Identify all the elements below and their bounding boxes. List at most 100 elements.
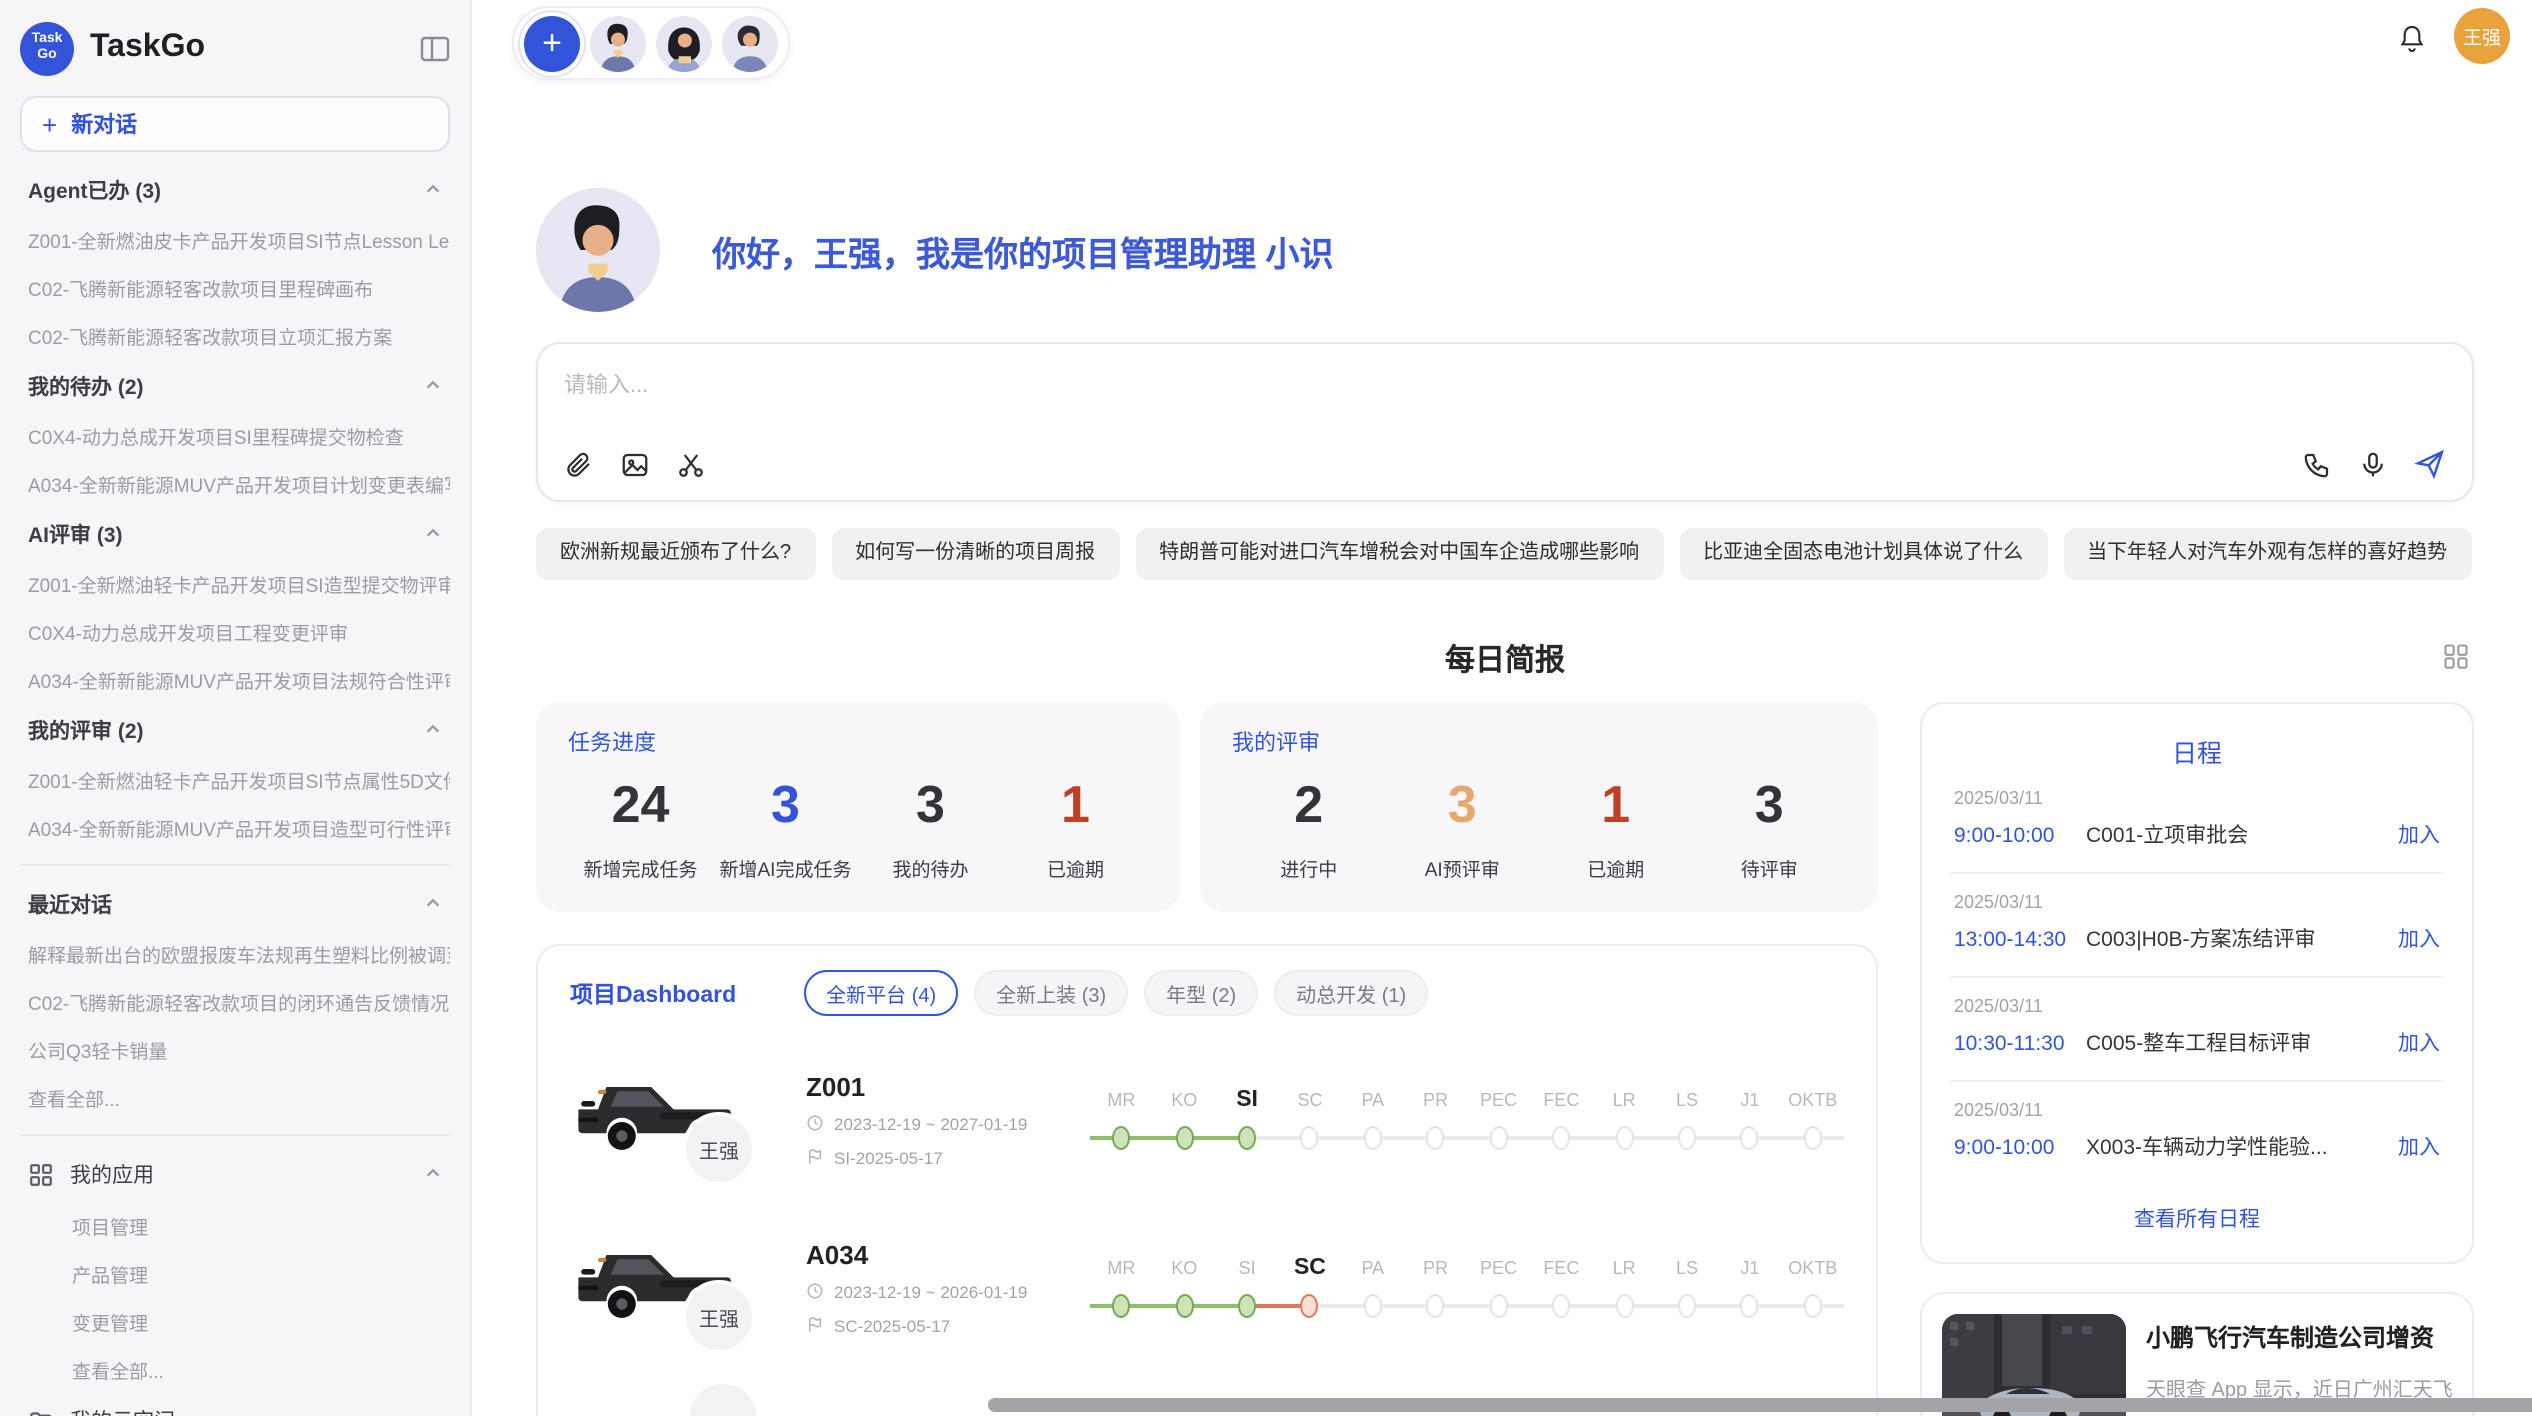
new-chat-button[interactable]: + 新对话 [20, 96, 450, 152]
join-link[interactable]: 加入 [2398, 1028, 2440, 1058]
section-header[interactable]: 我的待办 (2) [20, 360, 450, 412]
milestone-dot[interactable] [1804, 1293, 1822, 1317]
suggestion-chip[interactable]: 如何写一份清晰的项目周报 [831, 528, 1119, 580]
attachment-icon[interactable] [564, 450, 594, 480]
send-icon[interactable] [2414, 448, 2446, 480]
section-header[interactable]: AI评审 (3) [20, 508, 450, 560]
view-all-apps-link[interactable]: 查看全部... [20, 1346, 450, 1394]
app-window: Task Go TaskGo + 新对话 Agent已办 (3)Z001-全新燃… [0, 0, 2532, 1416]
milestone-dot[interactable] [1489, 1293, 1507, 1317]
chat-input-card[interactable]: 请输入... [536, 342, 2474, 502]
milestone-dot[interactable] [1678, 1125, 1696, 1149]
microphone-icon[interactable] [2358, 449, 2388, 479]
app-sub-item[interactable]: 项目管理 [20, 1202, 450, 1250]
milestone-dot[interactable] [1678, 1293, 1696, 1317]
dashboard-tab[interactable]: 年型 (2) [1144, 970, 1258, 1016]
milestone-dot[interactable] [1552, 1293, 1570, 1317]
milestone-dot-zone [1781, 1287, 1844, 1323]
stat-label: 进行中 [1232, 854, 1386, 882]
milestone-dot[interactable] [1489, 1125, 1507, 1149]
app-sub-item[interactable]: 产品管理 [20, 1250, 450, 1298]
milestone-dot[interactable] [1175, 1293, 1193, 1317]
milestone-dot[interactable] [1427, 1293, 1445, 1317]
milestone-dot[interactable] [1301, 1293, 1319, 1317]
sidebar-task-item[interactable]: C02-飞腾新能源轻客改款项目里程碑画布 [20, 264, 450, 312]
milestone-dot[interactable] [1175, 1125, 1193, 1149]
stat-label: 已逾期 [1003, 854, 1148, 882]
sidebar-task-item[interactable]: A034-全新新能源MUV产品开发项目法规符合性评审 [20, 656, 450, 704]
phone-icon[interactable] [2302, 449, 2332, 479]
sidebar-task-item[interactable]: A034-全新新能源MUV产品开发项目造型可行性评审 [20, 804, 450, 852]
milestone-dot[interactable] [1552, 1125, 1570, 1149]
scissors-icon[interactable] [676, 450, 706, 480]
milestone-dot[interactable] [1364, 1125, 1382, 1149]
milestone-dot[interactable] [1741, 1125, 1759, 1149]
section-title: Agent已办 (3) [28, 176, 161, 206]
project-dates: 2023-12-19 ~ 2027-01-19 [806, 1113, 1086, 1135]
recent-chats-header[interactable]: 最近对话 [20, 878, 450, 930]
dashboard-tab[interactable]: 动总开发 (1) [1274, 970, 1428, 1016]
sidebar-task-item[interactable]: C02-飞腾新能源轻客改款项目立项汇报方案 [20, 312, 450, 360]
sidebar-task-item[interactable]: C0X4-动力总成开发项目SI里程碑提交物检查 [20, 412, 450, 460]
add-agent-button[interactable]: + [524, 15, 580, 71]
chevron-up-icon[interactable] [424, 523, 442, 547]
dashboard-tab[interactable]: 全新上装 (3) [974, 970, 1128, 1016]
app-sub-item[interactable]: 变更管理 [20, 1298, 450, 1346]
milestone-dot[interactable] [1238, 1125, 1256, 1149]
sidebar-apps: 我的应用项目管理产品管理变更管理查看全部...我的云空间我的收藏 [20, 1148, 450, 1416]
sidebar-task-item[interactable]: A034-全新新能源MUV产品开发项目计划变更表编写 [20, 460, 450, 508]
section-header[interactable]: Agent已办 (3) [20, 164, 450, 216]
milestone-dot[interactable] [1112, 1293, 1130, 1317]
view-all-schedule-link[interactable]: 查看所有日程 [1950, 1184, 2444, 1238]
milestone-pr: PR [1404, 1085, 1467, 1155]
milestone-dot[interactable] [1112, 1125, 1130, 1149]
suggestion-chip[interactable]: 比亚迪全固态电池计划具体说了什么 [1679, 528, 2047, 580]
dashboard-tab[interactable]: 全新平台 (4) [804, 970, 958, 1016]
schedule-time: 13:00-14:30 [1954, 927, 2086, 951]
join-link[interactable]: 加入 [2398, 820, 2440, 850]
stat-value: 3 [1386, 774, 1540, 836]
stat-item: 24新增完成任务 [568, 774, 713, 882]
milestone-dot[interactable] [1804, 1125, 1822, 1149]
join-link[interactable]: 加入 [2398, 1132, 2440, 1162]
join-link[interactable]: 加入 [2398, 924, 2440, 954]
suggestion-chip[interactable]: 当下年轻人对汽车外观有怎样的喜好趋势 [2063, 528, 2471, 580]
divider [20, 864, 450, 866]
chevron-up-icon[interactable] [424, 893, 442, 917]
recent-chat-item[interactable]: 解释最新出台的欧盟报废车法规再生塑料比例被调至15%... [20, 930, 450, 978]
chevron-up-icon[interactable] [424, 375, 442, 399]
image-icon[interactable] [620, 450, 650, 480]
sidebar-task-item[interactable]: C0X4-动力总成开发项目工程变更评审 [20, 608, 450, 656]
stat-label: AI预评审 [1386, 854, 1540, 882]
recent-chat-item[interactable]: 公司Q3轻卡销量 [20, 1026, 450, 1074]
milestone-dot[interactable] [1615, 1293, 1633, 1317]
agent-avatar-3[interactable] [722, 15, 778, 71]
suggestion-chip[interactable]: 特朗普可能对进口汽车增税会对中国车企造成哪些影响 [1135, 528, 1663, 580]
sidebar-task-item[interactable]: Z001-全新燃油轻卡产品开发项目SI节点属性5D文件评审 [20, 756, 450, 804]
sidebar-task-item[interactable]: Z001-全新燃油轻卡产品开发项目SI造型提交物评审 [20, 560, 450, 608]
chevron-up-icon[interactable] [424, 719, 442, 743]
schedule-line: 9:00-10:00C001-立项审批会加入 [1954, 820, 2440, 850]
suggestion-chip[interactable]: 欧洲新规最近颁布了什么? [536, 528, 815, 580]
chevron-up-icon[interactable] [424, 179, 442, 203]
agent-avatar-2[interactable] [656, 15, 712, 71]
milestone-dot[interactable] [1238, 1293, 1256, 1317]
stat-item: 3 AI预评审 [1386, 774, 1540, 882]
agent-avatar-1[interactable] [590, 15, 646, 71]
layout-grid-icon[interactable] [2442, 642, 2470, 680]
milestone-dot[interactable] [1427, 1125, 1445, 1149]
collapse-sidebar-icon[interactable] [420, 35, 450, 61]
chevron-up-icon[interactable] [424, 1163, 442, 1187]
my-cloud-item[interactable]: 我的云空间 [20, 1394, 450, 1416]
milestone-dot[interactable] [1741, 1293, 1759, 1317]
milestone-dot-zone [1090, 1287, 1153, 1323]
sidebar-task-item[interactable]: Z001-全新燃油皮卡产品开发项目SI节点Lesson Learn报告 [20, 216, 450, 264]
milestone-dot[interactable] [1364, 1293, 1382, 1317]
milestone-dot[interactable] [1301, 1125, 1319, 1149]
view-all-chats-link[interactable]: 查看全部... [20, 1074, 450, 1122]
recent-chat-item[interactable]: C02-飞腾新能源轻客改款项目的闭环通告反馈情况 [20, 978, 450, 1026]
my-apps-header[interactable]: 我的应用 [20, 1148, 450, 1202]
section-header[interactable]: 我的评审 (2) [20, 704, 450, 756]
horizontal-scrollbar[interactable] [988, 1398, 2532, 1412]
milestone-dot[interactable] [1615, 1125, 1633, 1149]
